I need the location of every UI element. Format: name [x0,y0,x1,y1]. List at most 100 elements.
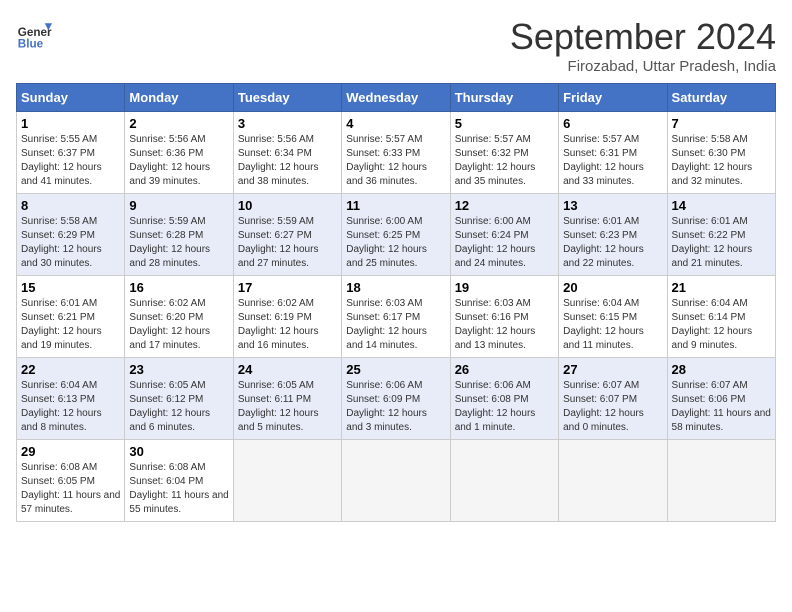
day-info: Sunrise: 5:55 AMSunset: 6:37 PMDaylight:… [21,133,120,189]
logo-icon: General Blue [16,16,52,52]
day-info: Sunrise: 6:01 AMSunset: 6:21 PMDaylight:… [21,297,120,353]
day-info: Sunrise: 5:59 AMSunset: 6:28 PMDaylight:… [129,215,228,271]
weekday-header-row: SundayMondayTuesdayWednesdayThursdayFrid… [17,84,776,112]
day-number: 24 [238,362,337,377]
calendar-cell: 25 Sunrise: 6:06 AMSunset: 6:09 PMDayligh… [342,358,450,440]
day-number: 30 [129,444,228,459]
calendar-cell [559,440,667,522]
weekday-header-thursday: Thursday [450,84,558,112]
day-number: 3 [238,116,337,131]
day-number: 1 [21,116,120,131]
day-info: Sunrise: 6:02 AMSunset: 6:20 PMDaylight:… [129,297,228,353]
day-info: Sunrise: 6:02 AMSunset: 6:19 PMDaylight:… [238,297,337,353]
day-number: 4 [346,116,445,131]
calendar-cell: 1 Sunrise: 5:55 AMSunset: 6:37 PMDaylight… [17,112,125,194]
day-number: 25 [346,362,445,377]
day-number: 13 [563,198,662,213]
day-number: 9 [129,198,228,213]
calendar-cell: 4 Sunrise: 5:57 AMSunset: 6:33 PMDaylight… [342,112,450,194]
calendar-cell: 26 Sunrise: 6:06 AMSunset: 6:08 PMDayligh… [450,358,558,440]
day-number: 15 [21,280,120,295]
day-info: Sunrise: 6:07 AMSunset: 6:07 PMDaylight:… [563,379,662,435]
day-info: Sunrise: 5:59 AMSunset: 6:27 PMDaylight:… [238,215,337,271]
day-info: Sunrise: 5:56 AMSunset: 6:34 PMDaylight:… [238,133,337,189]
day-info: Sunrise: 6:04 AMSunset: 6:13 PMDaylight:… [21,379,120,435]
calendar-cell: 24 Sunrise: 6:05 AMSunset: 6:11 PMDayligh… [233,358,341,440]
day-number: 7 [672,116,771,131]
day-number: 12 [455,198,554,213]
day-info: Sunrise: 6:00 AMSunset: 6:25 PMDaylight:… [346,215,445,271]
day-info: Sunrise: 6:07 AMSunset: 6:06 PMDaylight:… [672,379,771,435]
calendar-cell: 28Sunrise: 6:07 AMSunset: 6:06 PMDayligh… [667,358,775,440]
calendar-cell: 21Sunrise: 6:04 AMSunset: 6:14 PMDayligh… [667,276,775,358]
day-info: Sunrise: 5:58 AMSunset: 6:30 PMDaylight:… [672,133,771,189]
weekday-header-wednesday: Wednesday [342,84,450,112]
day-number: 23 [129,362,228,377]
title-block: September 2024 Firozabad, Uttar Pradesh,… [510,16,776,75]
weekday-header-tuesday: Tuesday [233,84,341,112]
calendar-cell: 18Sunrise: 6:03 AMSunset: 6:17 PMDayligh… [342,276,450,358]
main-title: September 2024 [510,16,776,58]
day-info: Sunrise: 5:57 AMSunset: 6:32 PMDaylight:… [455,133,554,189]
day-info: Sunrise: 5:57 AMSunset: 6:31 PMDaylight:… [563,133,662,189]
day-number: 11 [346,198,445,213]
calendar-cell: 22 Sunrise: 6:04 AMSunset: 6:13 PMDayligh… [17,358,125,440]
day-number: 2 [129,116,228,131]
calendar-cell: 20Sunrise: 6:04 AMSunset: 6:15 PMDayligh… [559,276,667,358]
svg-text:Blue: Blue [18,38,44,51]
calendar-cell [450,440,558,522]
calendar-table: SundayMondayTuesdayWednesdayThursdayFrid… [16,83,776,522]
day-number: 17 [238,280,337,295]
calendar-cell: 14 Sunrise: 6:01 AMSunset: 6:22 PMDayligh… [667,194,775,276]
calendar-cell: 7 Sunrise: 5:58 AMSunset: 6:30 PMDaylight… [667,112,775,194]
day-number: 6 [563,116,662,131]
calendar-cell: 16 Sunrise: 6:02 AMSunset: 6:20 PMDayligh… [125,276,233,358]
day-info: Sunrise: 6:06 AMSunset: 6:08 PMDaylight:… [455,379,554,435]
day-info: Sunrise: 6:08 AMSunset: 6:05 PMDaylight:… [21,461,120,517]
day-number: 26 [455,362,554,377]
day-info: Sunrise: 5:58 AMSunset: 6:29 PMDaylight:… [21,215,120,271]
calendar-cell: 27 Sunrise: 6:07 AMSunset: 6:07 PMDayligh… [559,358,667,440]
day-number: 14 [672,198,771,213]
day-info: Sunrise: 6:03 AMSunset: 6:17 PMDaylight:… [346,297,445,353]
weekday-header-monday: Monday [125,84,233,112]
calendar-cell: 30 Sunrise: 6:08 AMSunset: 6:04 PMDayligh… [125,440,233,522]
day-number: 22 [21,362,120,377]
weekday-header-friday: Friday [559,84,667,112]
day-info: Sunrise: 6:04 AMSunset: 6:15 PMDaylight:… [563,297,662,353]
calendar-cell: 29 Sunrise: 6:08 AMSunset: 6:05 PMDayligh… [17,440,125,522]
day-info: Sunrise: 5:56 AMSunset: 6:36 PMDaylight:… [129,133,228,189]
day-number: 16 [129,280,228,295]
calendar-cell: 8 Sunrise: 5:58 AMSunset: 6:29 PMDaylight… [17,194,125,276]
day-number: 27 [563,362,662,377]
calendar-cell: 6 Sunrise: 5:57 AMSunset: 6:31 PMDaylight… [559,112,667,194]
day-info: Sunrise: 5:57 AMSunset: 6:33 PMDaylight:… [346,133,445,189]
calendar-cell: 11 Sunrise: 6:00 AMSunset: 6:25 PMDayligh… [342,194,450,276]
calendar-cell: 2 Sunrise: 5:56 AMSunset: 6:36 PMDaylight… [125,112,233,194]
calendar-cell: 19 Sunrise: 6:03 AMSunset: 6:16 PMDayligh… [450,276,558,358]
calendar-week-5: 29 Sunrise: 6:08 AMSunset: 6:05 PMDayligh… [17,440,776,522]
weekday-header-saturday: Saturday [667,84,775,112]
subtitle: Firozabad, Uttar Pradesh, India [510,58,776,75]
day-info: Sunrise: 6:06 AMSunset: 6:09 PMDaylight:… [346,379,445,435]
day-number: 5 [455,116,554,131]
calendar-cell [233,440,341,522]
day-info: Sunrise: 6:08 AMSunset: 6:04 PMDaylight:… [129,461,228,517]
day-info: Sunrise: 6:01 AMSunset: 6:22 PMDaylight:… [672,215,771,271]
day-info: Sunrise: 6:00 AMSunset: 6:24 PMDaylight:… [455,215,554,271]
calendar-cell: 3 Sunrise: 5:56 AMSunset: 6:34 PMDaylight… [233,112,341,194]
day-number: 19 [455,280,554,295]
day-number: 8 [21,198,120,213]
day-info: Sunrise: 6:05 AMSunset: 6:12 PMDaylight:… [129,379,228,435]
calendar-cell: 13Sunrise: 6:01 AMSunset: 6:23 PMDayligh… [559,194,667,276]
logo: General Blue [16,16,52,52]
day-number: 29 [21,444,120,459]
weekday-header-sunday: Sunday [17,84,125,112]
day-info: Sunrise: 6:03 AMSunset: 6:16 PMDaylight:… [455,297,554,353]
calendar-week-3: 15 Sunrise: 6:01 AMSunset: 6:21 PMDayligh… [17,276,776,358]
calendar-cell: 10Sunrise: 5:59 AMSunset: 6:27 PMDayligh… [233,194,341,276]
calendar-cell: 9 Sunrise: 5:59 AMSunset: 6:28 PMDaylight… [125,194,233,276]
day-info: Sunrise: 6:05 AMSunset: 6:11 PMDaylight:… [238,379,337,435]
page-header: General Blue September 2024 Firozabad, U… [16,16,776,75]
calendar-week-4: 22 Sunrise: 6:04 AMSunset: 6:13 PMDayligh… [17,358,776,440]
